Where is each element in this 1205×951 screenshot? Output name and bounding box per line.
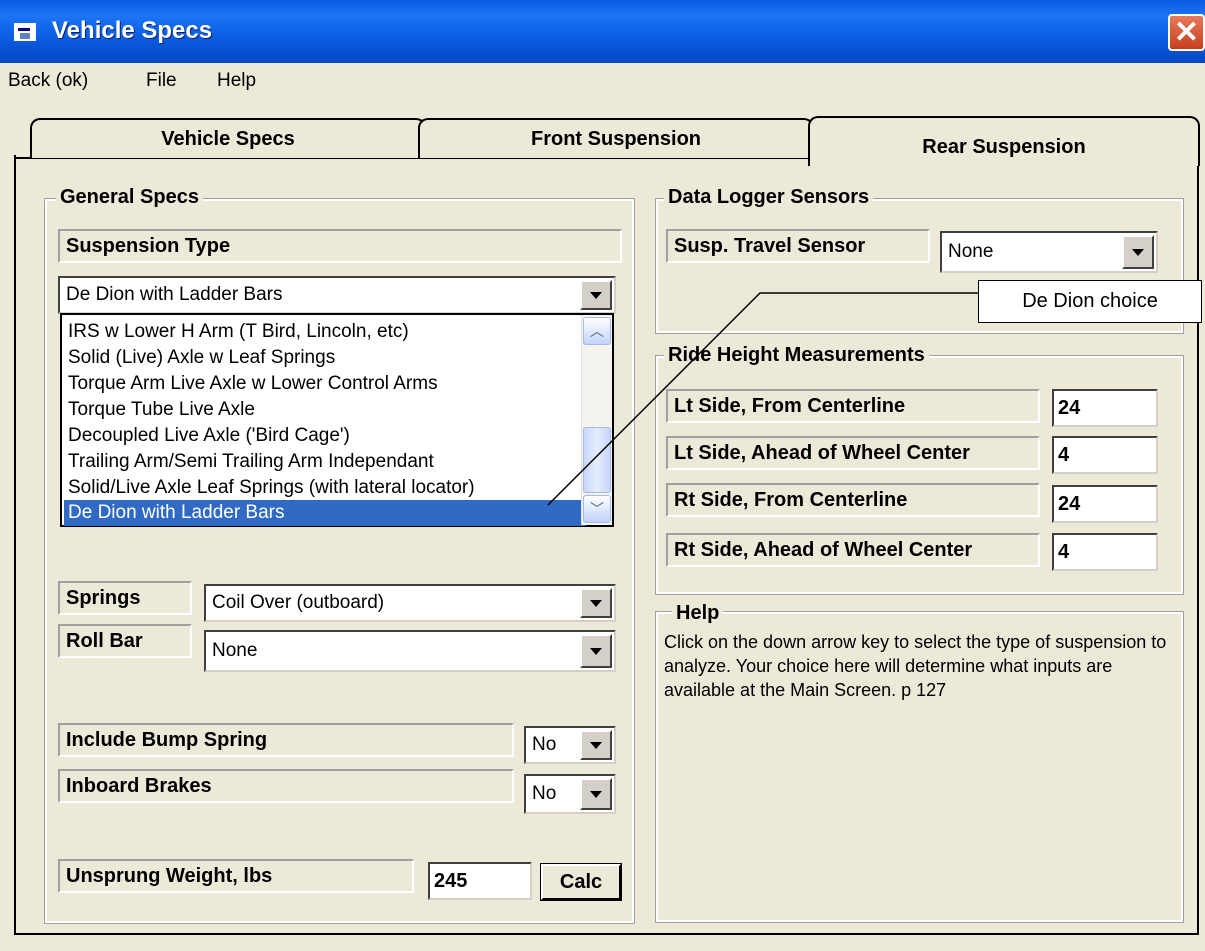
chevron-down-icon xyxy=(590,790,602,798)
chevron-down-icon: ﹀ xyxy=(590,501,604,517)
de-dion-callout: De Dion choice xyxy=(978,280,1202,323)
chevron-up-icon: ︿ xyxy=(590,323,604,339)
inboard-brakes-value: No xyxy=(532,783,557,804)
springs-value: Coil Over (outboard) xyxy=(212,592,385,613)
suspension-type-dropdown-list: IRS w Lower H Arm (T Bird, Lincoln, etc)… xyxy=(60,313,614,527)
rt-side-ahead-input[interactable]: 4 xyxy=(1052,533,1158,571)
roll-bar-label: Roll Bar xyxy=(58,624,192,658)
menu-bar xyxy=(0,63,1205,99)
close-icon: ✕ xyxy=(1173,15,1200,49)
chevron-down-icon xyxy=(590,291,602,299)
rt-side-centerline-input[interactable]: 24 xyxy=(1052,485,1158,523)
roll-bar-value: None xyxy=(212,640,258,661)
unsprung-weight-label: Unsprung Weight, lbs xyxy=(58,859,414,893)
tab-vehicle-specs[interactable]: Vehicle Specs xyxy=(30,118,426,158)
roll-bar-select[interactable]: None xyxy=(204,630,616,672)
help-text: Click on the down arrow key to select th… xyxy=(664,632,1167,700)
springs-select[interactable]: Coil Over (outboard) xyxy=(204,584,616,622)
general-specs-title: General Specs xyxy=(56,186,203,209)
window-title: Vehicle Specs xyxy=(52,17,213,44)
bump-spring-label: Include Bump Spring xyxy=(58,723,514,757)
dropdown-option[interactable]: Torque Arm Live Axle w Lower Control Arm… xyxy=(64,371,586,397)
susp-travel-dropdown-button[interactable] xyxy=(1122,235,1154,269)
rt-side-centerline-label: Rt Side, From Centerline xyxy=(666,483,1040,517)
tab-rear-suspension[interactable]: Rear Suspension xyxy=(808,116,1200,166)
menu-help[interactable]: Help xyxy=(217,70,256,92)
close-button[interactable]: ✕ xyxy=(1168,14,1205,51)
ride-height-title: Ride Height Measurements xyxy=(664,344,929,367)
rt-side-ahead-label: Rt Side, Ahead of Wheel Center xyxy=(666,533,1040,567)
dropdown-option[interactable]: Solid (Live) Axle w Leaf Springs xyxy=(64,345,586,371)
susp-travel-sensor-value: None xyxy=(948,241,994,262)
susp-travel-sensor-select[interactable]: None xyxy=(940,231,1158,273)
inboard-brakes-label: Inboard Brakes xyxy=(58,769,514,803)
calc-button[interactable]: Calc xyxy=(540,863,622,901)
inboard-brakes-dropdown-button[interactable] xyxy=(580,778,612,810)
suspension-type-label: Suspension Type xyxy=(58,229,622,263)
dropdown-option[interactable]: Decoupled Live Axle ('Bird Cage') xyxy=(64,423,586,449)
scroll-up-button[interactable]: ︿ xyxy=(583,317,611,345)
app-icon xyxy=(14,23,36,41)
suspension-type-dropdown-button[interactable] xyxy=(580,280,612,310)
chevron-down-icon xyxy=(590,599,602,607)
unsprung-weight-input[interactable]: 245 xyxy=(428,862,532,900)
menu-file[interactable]: File xyxy=(146,70,177,92)
dropdown-option[interactable]: Trailing Arm/Semi Trailing Arm Independa… xyxy=(64,449,586,475)
dropdown-scrollbar[interactable]: ︿ ﹀ xyxy=(581,315,612,525)
chevron-down-icon xyxy=(1132,248,1144,256)
springs-label: Springs xyxy=(58,581,192,615)
suspension-type-select[interactable]: De Dion with Ladder Bars xyxy=(58,276,616,314)
lt-side-ahead-label: Lt Side, Ahead of Wheel Center xyxy=(666,436,1040,470)
bump-spring-value: No xyxy=(532,734,557,755)
springs-dropdown-button[interactable] xyxy=(580,588,612,618)
dropdown-option[interactable]: Solid/Live Axle Leaf Springs (with later… xyxy=(64,475,586,501)
menu-back-ok[interactable]: Back (ok) xyxy=(8,70,88,92)
lt-side-centerline-input[interactable]: 24 xyxy=(1052,389,1158,427)
lt-side-ahead-input[interactable]: 4 xyxy=(1052,436,1158,474)
help-title: Help xyxy=(672,602,724,625)
dropdown-option-selected[interactable]: De Dion with Ladder Bars xyxy=(64,500,586,526)
chevron-down-icon xyxy=(590,741,602,749)
susp-travel-sensor-label: Susp. Travel Sensor xyxy=(666,229,930,263)
dropdown-option[interactable]: Torque Tube Live Axle xyxy=(64,397,586,423)
scroll-thumb[interactable] xyxy=(583,427,611,493)
tab-front-suspension[interactable]: Front Suspension xyxy=(418,118,814,158)
bump-spring-dropdown-button[interactable] xyxy=(580,730,612,760)
data-logger-title: Data Logger Sensors xyxy=(664,186,874,209)
roll-bar-dropdown-button[interactable] xyxy=(580,634,612,668)
scroll-down-button[interactable]: ﹀ xyxy=(583,495,611,523)
chevron-down-icon xyxy=(590,647,602,655)
inboard-brakes-select[interactable]: No xyxy=(524,774,616,814)
dropdown-option[interactable]: IRS w Lower H Arm (T Bird, Lincoln, etc) xyxy=(64,319,586,345)
bump-spring-select[interactable]: No xyxy=(524,726,616,764)
suspension-type-value: De Dion with Ladder Bars xyxy=(66,284,283,305)
lt-side-centerline-label: Lt Side, From Centerline xyxy=(666,389,1040,423)
